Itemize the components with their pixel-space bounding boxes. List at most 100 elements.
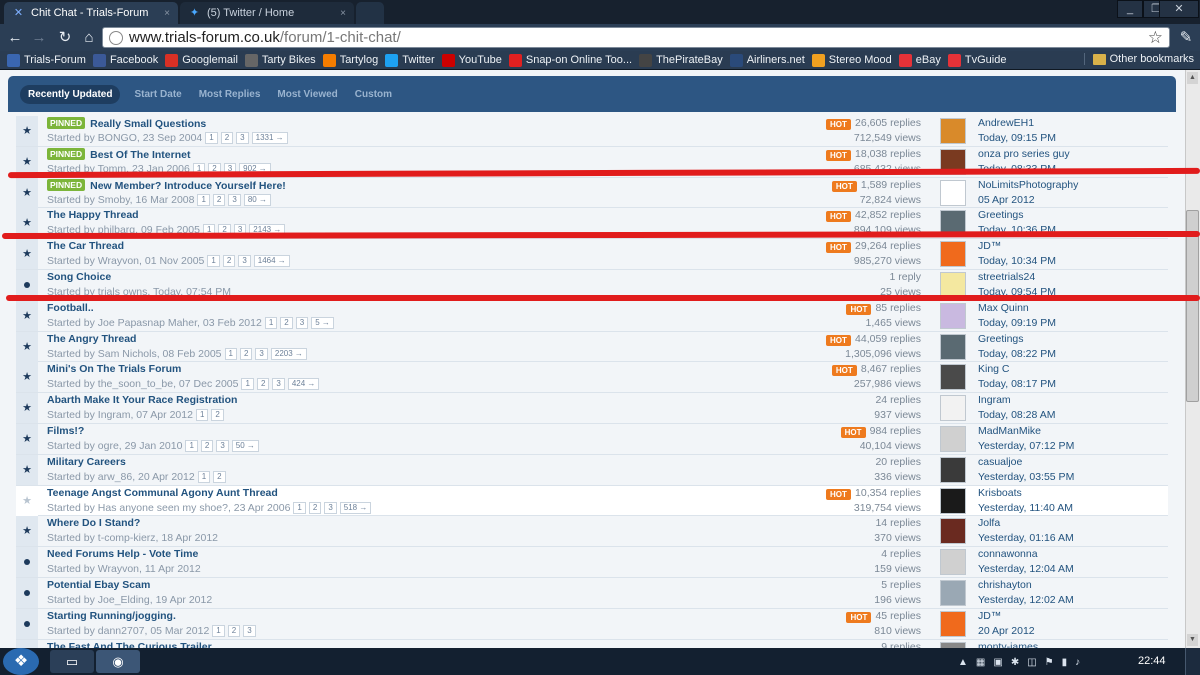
topic-row[interactable]: ★ Football.. Started by Joe Papasnap Maher… (16, 300, 1168, 332)
minimize-button[interactable]: _ (1117, 0, 1143, 18)
last-poster-link[interactable]: onza pro series guy (978, 148, 1070, 160)
page-link[interactable]: 424 → (287, 378, 320, 391)
bookmark-item[interactable]: eBay (898, 53, 941, 67)
display-icon[interactable]: ◫ (1027, 657, 1036, 668)
page-link[interactable]: 518 → (339, 501, 372, 514)
avatar[interactable] (940, 395, 966, 422)
flag-icon[interactable]: ⚑ (1045, 657, 1054, 668)
page-link[interactable]: 3 (216, 439, 229, 452)
bookmark-item[interactable]: Airliners.net (729, 53, 805, 67)
new-tab-button[interactable] (356, 2, 384, 24)
page-link[interactable]: 1 (185, 439, 198, 452)
topic-row[interactable]: ★ PINNED New Member? Introduce Yourself He… (16, 177, 1168, 209)
topic-row[interactable]: ★ The Angry Thread Started by Sam Nichols,… (16, 331, 1168, 363)
avatar[interactable] (940, 610, 966, 637)
volume-icon[interactable]: ♪ (1075, 657, 1080, 668)
topic-title-link[interactable]: Films!? (47, 425, 84, 437)
topic-title-link[interactable]: Potential Ebay Scam (47, 579, 150, 591)
last-post-time[interactable]: Yesterday, 07:12 PM (978, 440, 1074, 452)
page-link[interactable]: 1 (224, 347, 237, 360)
page-link[interactable]: 3 (295, 316, 309, 329)
topic-title-link[interactable]: New Member? Introduce Yourself Here! (90, 180, 286, 192)
last-post-time[interactable]: Today, 09:15 PM (978, 132, 1056, 144)
page-link[interactable]: 3 (236, 132, 249, 144)
show-desktop-button[interactable] (1185, 648, 1200, 675)
topic-row[interactable]: ★ Where Do I Stand? Started by t-comp-kier… (16, 516, 1168, 548)
last-post-time[interactable]: Yesterday, 01:16 AM (978, 532, 1074, 544)
topic-title-link[interactable]: Football.. (47, 302, 94, 314)
tray-expand-icon[interactable]: ▲ (958, 657, 968, 668)
page-link[interactable]: 2 (308, 501, 322, 514)
page-link[interactable]: 1 (195, 409, 209, 422)
page-link[interactable]: 5 → (311, 316, 334, 329)
avatar[interactable] (940, 456, 966, 483)
security-icon[interactable]: ▣ (993, 657, 1002, 668)
bookmark-star-icon[interactable]: ☆ (1148, 28, 1163, 48)
topic-row[interactable]: ★ Military Careers Started by arw_86, 20 A… (16, 454, 1168, 486)
last-post-time[interactable]: 05 Apr 2012 (978, 194, 1035, 206)
close-tab-icon[interactable]: × (164, 8, 170, 19)
avatar[interactable] (940, 579, 966, 606)
last-poster-link[interactable]: casualjoe (978, 456, 1022, 468)
topic-row[interactable]: ★ The Car Thread Started by Wrayvon, 01 No… (16, 239, 1168, 270)
wrench-icon[interactable]: ✎ (1177, 29, 1195, 47)
bookmark-item[interactable]: Tartylog (322, 53, 378, 67)
avatar[interactable] (940, 179, 966, 206)
page-link[interactable]: 2 (211, 409, 224, 422)
last-post-time[interactable]: Yesterday, 11:40 AM (978, 502, 1073, 514)
page-link[interactable]: 3 (243, 624, 256, 637)
last-poster-link[interactable]: Greetings (978, 209, 1024, 221)
bluetooth-icon[interactable]: ✱ (1011, 657, 1019, 668)
last-poster-link[interactable]: AndrewEH1 (978, 117, 1034, 129)
topic-row[interactable]: ★ Teenage Angst Communal Agony Aunt Threa… (16, 485, 1168, 517)
page-link[interactable]: 2 (280, 316, 293, 329)
last-poster-link[interactable]: Greetings (978, 333, 1024, 345)
last-post-time[interactable]: Today, 08:17 PM (978, 378, 1056, 390)
home-icon[interactable]: ⌂ (80, 29, 98, 47)
topic-title-link[interactable]: Best Of The Internet (90, 149, 190, 161)
topic-title-link[interactable]: Really Small Questions (90, 118, 206, 130)
scroll-up-arrow-icon[interactable]: ▲ (1187, 72, 1198, 84)
last-post-time[interactable]: Today, 08:28 AM (978, 409, 1055, 421)
last-poster-link[interactable]: JD™ (978, 240, 1001, 252)
avatar[interactable] (940, 425, 966, 452)
last-post-time[interactable]: Yesterday, 12:02 AM (978, 594, 1074, 606)
page-link[interactable]: 1 (207, 255, 220, 268)
page-link[interactable]: 1 (197, 193, 210, 206)
forward-arrow-icon[interactable]: → (30, 29, 48, 47)
last-poster-link[interactable]: connawonna (978, 548, 1038, 560)
topic-title-link[interactable]: The Car Thread (47, 240, 124, 252)
scrollbar-thumb[interactable] (1186, 210, 1199, 402)
reload-icon[interactable]: ↻ (56, 29, 74, 47)
topic-title-link[interactable]: Need Forums Help - Vote Time (47, 548, 198, 560)
page-link[interactable]: 2203 → (270, 347, 307, 360)
page-link[interactable]: 3 (228, 193, 241, 206)
scroll-down-arrow-icon[interactable]: ▼ (1187, 634, 1198, 646)
last-poster-link[interactable]: streetrials24 (978, 271, 1035, 283)
page-link[interactable]: 80 → (243, 193, 271, 206)
page-link[interactable]: 1 (205, 132, 218, 144)
topic-title-link[interactable]: The Happy Thread (47, 209, 139, 221)
last-poster-link[interactable]: monty-james (978, 641, 1038, 648)
last-post-time[interactable]: Today, 09:19 PM (978, 317, 1056, 329)
page-link[interactable]: 50 → (231, 439, 259, 452)
close-window-button[interactable]: ✕ (1159, 0, 1199, 18)
last-post-time[interactable]: Today, 08:22 PM (978, 348, 1056, 360)
bookmark-item[interactable]: Snap-on Online Too... (508, 53, 632, 67)
avatar[interactable] (940, 549, 966, 576)
page-link[interactable]: 2 (213, 470, 226, 483)
filter-recently-updated[interactable]: Recently Updated (20, 84, 121, 104)
page-link[interactable]: 1 (241, 378, 254, 391)
page-link[interactable]: 3 (272, 378, 285, 391)
bookmark-item[interactable]: Googlemail (165, 53, 238, 67)
network-icon[interactable]: ▦ (976, 657, 985, 668)
topic-row[interactable]: ★ Films!? Started by ogre, 29 Jan 2010 1 2 3 5… (16, 423, 1168, 455)
filter-most-replies[interactable]: Most Replies (199, 89, 261, 100)
last-poster-link[interactable]: Ingram (978, 394, 1011, 406)
last-post-time[interactable]: 20 Apr 2012 (978, 625, 1035, 637)
filter-custom[interactable]: Custom (355, 89, 392, 100)
page-link[interactable]: 3 (324, 501, 337, 514)
page-link[interactable]: 3 (255, 347, 268, 360)
topic-row[interactable]: Potential Ebay Scam Started by Joe_Elding… (16, 577, 1168, 609)
last-poster-link[interactable]: Max Quinn (978, 302, 1029, 314)
